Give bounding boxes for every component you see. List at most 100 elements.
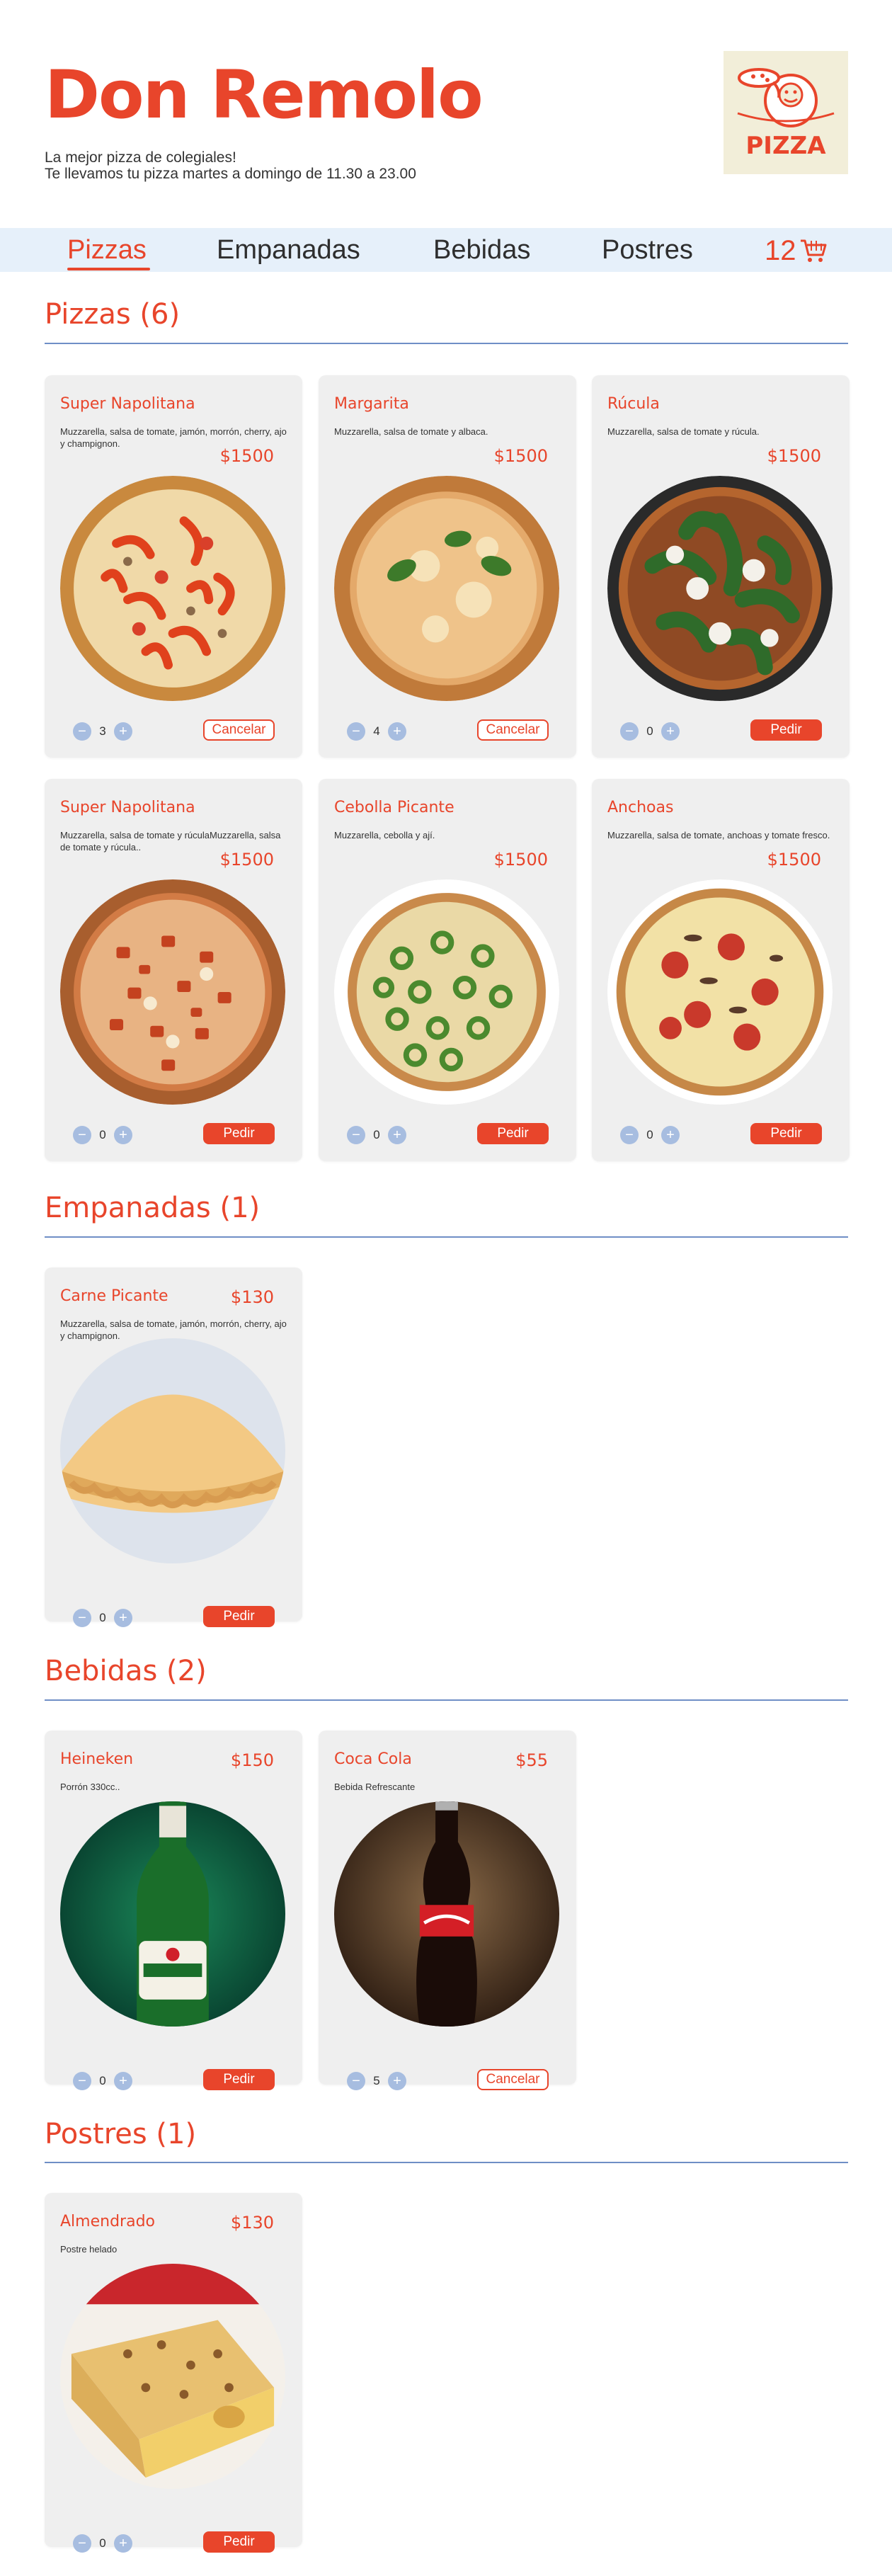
quantity-stepper: − 0 +: [620, 722, 680, 741]
nav-item-bebidas[interactable]: Bebidas: [433, 236, 530, 263]
nav-item-postres[interactable]: Postres: [602, 236, 693, 263]
increase-button[interactable]: +: [114, 722, 132, 741]
quantity-value: 0: [99, 1128, 106, 1141]
quantity-stepper: − 0 +: [347, 1126, 406, 1144]
product-name: Super Napolitana: [60, 799, 195, 816]
decrease-button[interactable]: −: [73, 722, 91, 741]
increase-button[interactable]: +: [114, 1126, 132, 1144]
cancel-button[interactable]: Cancelar: [477, 2069, 549, 2090]
decrease-button[interactable]: −: [73, 1126, 91, 1144]
cancel-button[interactable]: Cancelar: [203, 719, 275, 741]
increase-button[interactable]: +: [114, 1609, 132, 1627]
increase-button[interactable]: +: [114, 2534, 132, 2553]
product-price: $1500: [767, 850, 821, 870]
order-button[interactable]: Pedir: [203, 2069, 275, 2090]
section-title-bebidas: Bebidas (2): [45, 1655, 207, 1687]
quantity-value: 3: [99, 724, 106, 738]
category-nav: Pizzas Empanadas Bebidas Postres 12: [0, 228, 892, 272]
section-divider: [45, 1236, 848, 1238]
product-name: Rúcula: [607, 395, 660, 413]
order-button[interactable]: Pedir: [203, 1606, 275, 1627]
increase-button[interactable]: +: [661, 1126, 680, 1144]
product-price: $150: [230, 1750, 274, 1770]
quantity-stepper: − 3 +: [73, 722, 132, 741]
decrease-button[interactable]: −: [73, 2072, 91, 2090]
empanada-photo: [60, 1338, 285, 1563]
tagline: La mejor pizza de colegiales!: [45, 149, 236, 166]
pizza-anchoas-photo: [607, 879, 833, 1105]
section-divider: [45, 1699, 848, 1701]
decrease-button[interactable]: −: [347, 2072, 365, 2090]
increase-button[interactable]: +: [388, 1126, 406, 1144]
quantity-value: 0: [646, 724, 653, 738]
product-price: $1500: [493, 850, 548, 870]
quantity-value: 0: [646, 1128, 653, 1141]
product-description: Postre helado: [60, 2244, 118, 2255]
quantity-value: 5: [373, 2074, 380, 2087]
product-name: Super Napolitana: [60, 395, 195, 413]
quantity-stepper: − 0 +: [73, 1609, 132, 1627]
product-price: $1500: [219, 446, 274, 466]
section-title-empanadas: Empanadas (1): [45, 1192, 261, 1224]
product-description: Muzzarella, salsa de tomate y rúcula.: [607, 426, 760, 437]
almendrado-dessert-photo: [60, 2264, 285, 2489]
pizza-napolitana-2-photo: [60, 879, 285, 1105]
product-name: Almendrado: [60, 2213, 155, 2230]
product-card: Cebolla Picante Muzzarella, cebolla y aj…: [319, 779, 576, 1161]
product-name: Coca Cola: [334, 1750, 412, 1768]
product-price: $130: [230, 2213, 274, 2233]
cart-count: 12: [765, 235, 796, 266]
product-description: Muzzarella, cebolla y ají.: [334, 830, 435, 840]
increase-button[interactable]: +: [661, 722, 680, 741]
increase-button[interactable]: +: [388, 2072, 406, 2090]
product-card: Margarita Muzzarella, salsa de tomate y …: [319, 375, 576, 758]
quantity-stepper: − 4 +: [347, 722, 406, 741]
header: Don Remolo La mejor pizza de colegiales!…: [0, 0, 892, 228]
order-button[interactable]: Pedir: [477, 1123, 549, 1144]
cart-button[interactable]: 12: [765, 236, 828, 265]
quantity-stepper: − 0 +: [73, 1126, 132, 1144]
product-name: Cebolla Picante: [334, 799, 454, 816]
quantity-stepper: − 5 +: [347, 2072, 406, 2090]
nav-item-pizzas[interactable]: Pizzas: [67, 236, 147, 263]
increase-button[interactable]: +: [388, 722, 406, 741]
product-price: $1500: [767, 446, 821, 466]
product-card: Rúcula Muzzarella, salsa de tomate y rúc…: [592, 375, 850, 758]
increase-button[interactable]: +: [114, 2072, 132, 2090]
product-description: Muzzarella, salsa de tomate, anchoas y t…: [607, 830, 830, 840]
product-card: Heineken $150 Porrón 330cc.. − 0 + Pedir: [45, 1731, 302, 2090]
pizza-napolitana-photo: [60, 476, 285, 701]
quantity-value: 0: [99, 1611, 106, 1624]
product-card: Coca Cola $55 Bebida Refrescante − 5 + C…: [319, 1731, 576, 2090]
order-button[interactable]: Pedir: [750, 719, 822, 741]
decrease-button[interactable]: −: [73, 2534, 91, 2553]
product-price: $55: [515, 1750, 548, 1770]
decrease-button[interactable]: −: [347, 722, 365, 741]
nav-active-indicator: [67, 268, 150, 270]
pizza-margarita-photo: [334, 476, 559, 701]
order-button[interactable]: Pedir: [203, 2531, 275, 2553]
logo-text: PIZZA: [745, 132, 826, 160]
cancel-button[interactable]: Cancelar: [477, 719, 549, 741]
quantity-stepper: − 0 +: [73, 2072, 132, 2090]
quantity-value: 4: [373, 724, 380, 738]
opening-hours: Te llevamos tu pizza martes a domingo de…: [45, 166, 416, 182]
decrease-button[interactable]: −: [620, 1126, 639, 1144]
decrease-button[interactable]: −: [347, 1126, 365, 1144]
order-button[interactable]: Pedir: [203, 1123, 275, 1144]
quantity-value: 0: [373, 1128, 380, 1141]
pizza-rucula-photo: [607, 476, 833, 701]
decrease-button[interactable]: −: [73, 1609, 91, 1627]
product-name: Margarita: [334, 395, 409, 413]
product-description: Bebida Refrescante: [334, 1782, 416, 1792]
product-description: Porrón 330cc..: [60, 1782, 120, 1792]
section-title-pizzas: Pizzas (6): [45, 298, 181, 331]
product-card: Anchoas Muzzarella, salsa de tomate, anc…: [592, 779, 850, 1161]
product-card: Super Napolitana Muzzarella, salsa de to…: [45, 779, 302, 1161]
order-button[interactable]: Pedir: [750, 1123, 822, 1144]
decrease-button[interactable]: −: [620, 722, 639, 741]
coca-cola-bottle-photo: [334, 1801, 559, 2027]
pizza-cebolla-picante-photo: [334, 879, 559, 1105]
nav-item-empanadas[interactable]: Empanadas: [217, 236, 360, 263]
product-card: Super Napolitana Muzzarella, salsa de to…: [45, 375, 302, 758]
